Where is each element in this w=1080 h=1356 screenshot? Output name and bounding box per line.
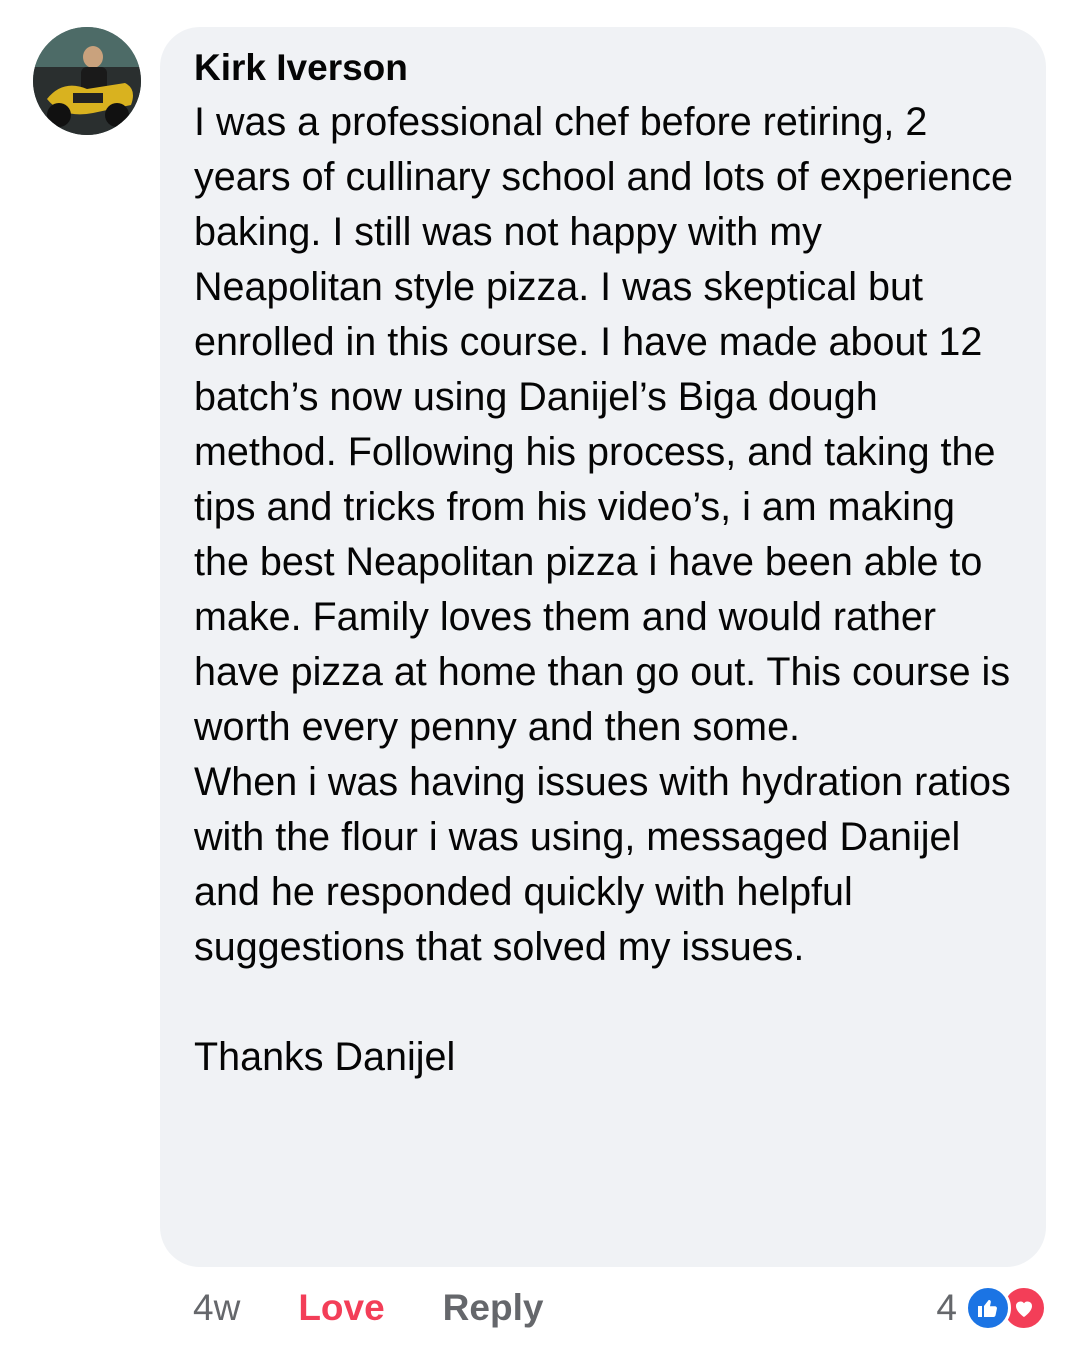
comment-timestamp[interactable]: 4w bbox=[193, 1287, 240, 1329]
comment-bubble: Kirk Iverson I was a professional chef b… bbox=[160, 27, 1046, 1267]
avatar[interactable] bbox=[33, 27, 141, 135]
comment-paragraph: When i was having issues with hydration … bbox=[194, 760, 1011, 969]
reaction-count: 4 bbox=[936, 1287, 957, 1328]
comment-paragraph: I was a professional chef before retirin… bbox=[194, 100, 1013, 749]
reply-button[interactable]: Reply bbox=[443, 1287, 544, 1329]
comment-paragraph: Thanks Danijel bbox=[194, 1035, 456, 1079]
comment-body: I was a professional chef before retirin… bbox=[194, 95, 1016, 1085]
like-icon bbox=[965, 1285, 1011, 1331]
reaction-summary[interactable]: 4 bbox=[936, 1283, 1047, 1333]
avatar-photo bbox=[33, 27, 141, 135]
comment-author[interactable]: Kirk Iverson bbox=[194, 47, 1016, 89]
comment-actions: 4w Love Reply bbox=[193, 1280, 543, 1336]
love-reaction-button[interactable]: Love bbox=[298, 1287, 384, 1329]
